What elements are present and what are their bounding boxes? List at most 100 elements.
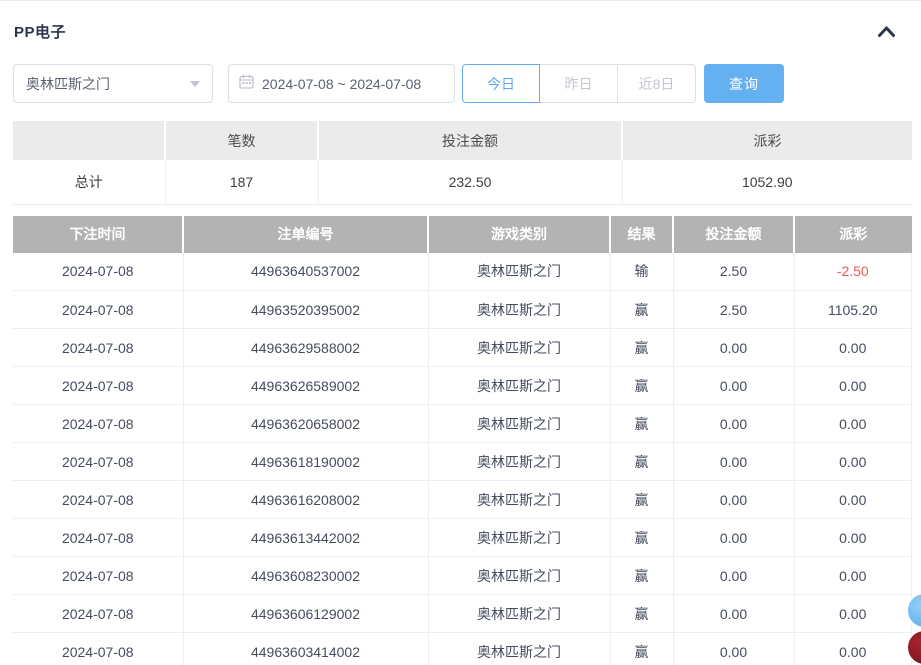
record-cell-game: 奥林匹斯之门 bbox=[428, 633, 610, 665]
summary-header-row: 笔数 投注金额 派彩 bbox=[13, 121, 912, 160]
summary-total-bet-amount: 232.50 bbox=[318, 160, 622, 204]
summary-total-label: 总计 bbox=[13, 160, 165, 204]
record-cell-result: 赢 bbox=[610, 405, 673, 443]
record-cell-game: 奥林匹斯之门 bbox=[428, 519, 610, 557]
table-row: 2024-07-0844963520395002奥林匹斯之门赢2.501105.… bbox=[13, 291, 912, 329]
record-cell-amount: 0.00 bbox=[673, 633, 794, 665]
record-cell-bet-id: 44963606129002 bbox=[183, 595, 428, 633]
record-cell-date: 2024-07-08 bbox=[13, 557, 183, 595]
record-cell-result: 赢 bbox=[610, 633, 673, 665]
records-header-row: 下注时间注单编号游戏类别结果投注金额派彩 bbox=[13, 216, 912, 253]
record-cell-payout: 0.00 bbox=[794, 329, 912, 367]
record-cell-date: 2024-07-08 bbox=[13, 405, 183, 443]
summary-total-count: 187 bbox=[165, 160, 318, 204]
record-cell-game: 奥林匹斯之门 bbox=[428, 443, 610, 481]
quick-range-group: 今日昨日近8日 bbox=[462, 64, 696, 103]
record-cell-amount: 0.00 bbox=[673, 443, 794, 481]
record-cell-amount: 2.50 bbox=[673, 253, 794, 291]
record-cell-amount: 0.00 bbox=[673, 329, 794, 367]
table-row: 2024-07-0844963629588002奥林匹斯之门赢0.000.00 bbox=[13, 329, 912, 367]
record-cell-bet-id: 44963608230002 bbox=[183, 557, 428, 595]
records-header-cell: 结果 bbox=[610, 216, 673, 253]
page-title: PP电子 bbox=[14, 21, 66, 42]
filter-toolbar: 奥林匹斯之门 2024-07-08 ~ 2024-07-08 今日昨日近8日 查… bbox=[13, 64, 912, 103]
record-cell-result: 赢 bbox=[610, 443, 673, 481]
quick-range-button-1[interactable]: 昨日 bbox=[540, 64, 618, 103]
records-header-cell: 派彩 bbox=[794, 216, 912, 253]
record-cell-payout: 0.00 bbox=[794, 633, 912, 665]
record-cell-date: 2024-07-08 bbox=[13, 519, 183, 557]
table-row: 2024-07-0844963603414002奥林匹斯之门赢0.000.00 bbox=[13, 633, 912, 665]
record-cell-amount: 0.00 bbox=[673, 367, 794, 405]
table-row: 2024-07-0844963613442002奥林匹斯之门赢0.000.00 bbox=[13, 519, 912, 557]
summary-header-bet-amount: 投注金额 bbox=[318, 121, 622, 160]
date-range-picker[interactable]: 2024-07-08 ~ 2024-07-08 bbox=[228, 64, 455, 103]
record-cell-payout: 0.00 bbox=[794, 405, 912, 443]
record-cell-bet-id: 44963616208002 bbox=[183, 481, 428, 519]
quick-range-button-2[interactable]: 近8日 bbox=[618, 64, 696, 103]
summary-header-payout: 派彩 bbox=[622, 121, 912, 160]
record-cell-result: 赢 bbox=[610, 481, 673, 519]
calendar-icon bbox=[239, 74, 254, 94]
record-cell-result: 赢 bbox=[610, 367, 673, 405]
record-cell-bet-id: 44963613442002 bbox=[183, 519, 428, 557]
record-cell-bet-id: 44963620658002 bbox=[183, 405, 428, 443]
records-header-cell: 下注时间 bbox=[13, 216, 183, 253]
record-cell-amount: 0.00 bbox=[673, 481, 794, 519]
record-cell-payout: 1105.20 bbox=[794, 291, 912, 329]
record-cell-result: 赢 bbox=[610, 329, 673, 367]
table-row: 2024-07-0844963620658002奥林匹斯之门赢0.000.00 bbox=[13, 405, 912, 443]
summary-header-count: 笔数 bbox=[165, 121, 318, 160]
table-row: 2024-07-0844963640537002奥林匹斯之门输2.50-2.50 bbox=[13, 253, 912, 291]
summary-header-blank bbox=[13, 121, 165, 160]
record-cell-result: 赢 bbox=[610, 557, 673, 595]
record-cell-game: 奥林匹斯之门 bbox=[428, 557, 610, 595]
record-cell-date: 2024-07-08 bbox=[13, 595, 183, 633]
record-cell-date: 2024-07-08 bbox=[13, 329, 183, 367]
pp-games-panel: PP电子 奥林匹斯之门 bbox=[0, 1, 921, 665]
record-cell-date: 2024-07-08 bbox=[13, 443, 183, 481]
record-cell-date: 2024-07-08 bbox=[13, 633, 183, 665]
date-range-value: 2024-07-08 ~ 2024-07-08 bbox=[262, 76, 421, 92]
summary-total-row: 总计 187 232.50 1052.90 bbox=[13, 160, 912, 204]
record-cell-payout: -2.50 bbox=[794, 253, 912, 291]
table-row: 2024-07-0844963606129002奥林匹斯之门赢0.000.00 bbox=[13, 595, 912, 633]
record-cell-game: 奥林匹斯之门 bbox=[428, 291, 610, 329]
panel-header: PP电子 bbox=[13, 1, 912, 42]
record-cell-amount: 0.00 bbox=[673, 519, 794, 557]
record-cell-result: 赢 bbox=[610, 291, 673, 329]
table-row: 2024-07-0844963618190002奥林匹斯之门赢0.000.00 bbox=[13, 443, 912, 481]
records-body: 2024-07-0844963640537002奥林匹斯之门输2.50-2.50… bbox=[13, 253, 912, 665]
record-cell-amount: 2.50 bbox=[673, 291, 794, 329]
record-cell-game: 奥林匹斯之门 bbox=[428, 481, 610, 519]
records-header-cell: 游戏类别 bbox=[428, 216, 610, 253]
record-cell-bet-id: 44963520395002 bbox=[183, 291, 428, 329]
record-cell-game: 奥林匹斯之门 bbox=[428, 367, 610, 405]
record-cell-amount: 0.00 bbox=[673, 557, 794, 595]
record-cell-bet-id: 44963626589002 bbox=[183, 367, 428, 405]
record-cell-payout: 0.00 bbox=[794, 367, 912, 405]
record-cell-payout: 0.00 bbox=[794, 595, 912, 633]
table-row: 2024-07-0844963608230002奥林匹斯之门赢0.000.00 bbox=[13, 557, 912, 595]
game-select[interactable]: 奥林匹斯之门 bbox=[13, 64, 213, 103]
record-cell-bet-id: 44963629588002 bbox=[183, 329, 428, 367]
record-cell-date: 2024-07-08 bbox=[13, 253, 183, 291]
quick-range-button-0[interactable]: 今日 bbox=[462, 64, 540, 103]
query-button[interactable]: 查询 bbox=[704, 64, 784, 103]
record-cell-date: 2024-07-08 bbox=[13, 291, 183, 329]
records-table: 下注时间注单编号游戏类别结果投注金额派彩 2024-07-08449636405… bbox=[13, 216, 912, 665]
record-cell-date: 2024-07-08 bbox=[13, 481, 183, 519]
collapse-button[interactable] bbox=[875, 23, 898, 40]
records-header-cell: 投注金额 bbox=[673, 216, 794, 253]
record-cell-amount: 0.00 bbox=[673, 405, 794, 443]
record-cell-result: 输 bbox=[610, 253, 673, 291]
table-row: 2024-07-0844963626589002奥林匹斯之门赢0.000.00 bbox=[13, 367, 912, 405]
record-cell-game: 奥林匹斯之门 bbox=[428, 253, 610, 291]
game-select-value: 奥林匹斯之门 bbox=[26, 74, 184, 94]
record-cell-payout: 0.00 bbox=[794, 443, 912, 481]
record-cell-payout: 0.00 bbox=[794, 519, 912, 557]
record-cell-payout: 0.00 bbox=[794, 481, 912, 519]
record-cell-amount: 0.00 bbox=[673, 595, 794, 633]
record-cell-bet-id: 44963618190002 bbox=[183, 443, 428, 481]
record-cell-bet-id: 44963603414002 bbox=[183, 633, 428, 665]
